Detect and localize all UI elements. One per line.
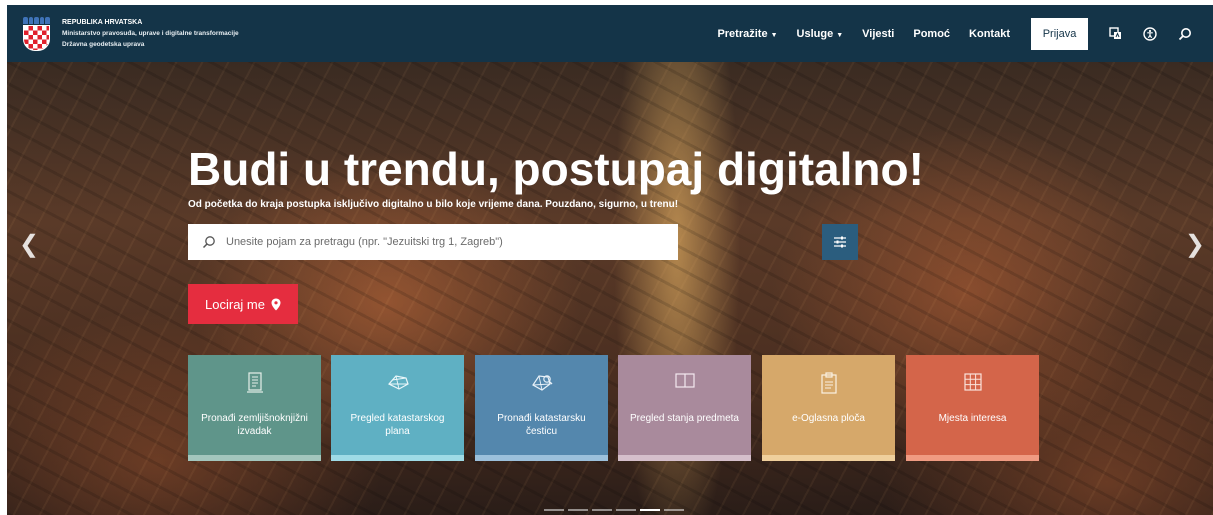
card-accent-bar <box>762 455 895 461</box>
card-label: Pregled katastarskog plana <box>350 413 445 437</box>
nav-label: Pretražite <box>717 27 768 40</box>
card-stanje-predmeta[interactable]: Pregled stanja predmeta <box>618 355 751 461</box>
card-label: Mjesta interesa <box>938 413 1007 424</box>
hero-carousel: ❮ ❯ Budi u trendu, postupaj digitalno! O… <box>7 62 1213 515</box>
org-name: REPUBLIKA HRVATSKA Ministarstvo pravosuđ… <box>62 17 239 50</box>
org-line-1: REPUBLIKA HRVATSKA <box>62 19 143 26</box>
locate-me-button[interactable]: Lociraj me <box>188 284 298 324</box>
carousel-prev-icon[interactable]: ❮ <box>19 230 39 259</box>
card-accent-bar <box>331 455 464 461</box>
accessibility-icon[interactable] <box>1143 26 1157 41</box>
translate-icon[interactable] <box>1109 27 1122 40</box>
parcel-search-icon <box>475 372 608 394</box>
carousel-dot[interactable] <box>568 509 588 511</box>
page: REPUBLIKA HRVATSKA Ministarstvo pravosuđ… <box>0 0 1213 515</box>
card-accent-bar <box>618 455 751 461</box>
carousel-dot[interactable] <box>544 509 564 511</box>
nav-label: Pomoć <box>913 27 951 40</box>
filter-sliders-icon <box>834 236 846 248</box>
site-header: REPUBLIKA HRVATSKA Ministarstvo pravosuđ… <box>7 5 1213 62</box>
carousel-dot-active[interactable] <box>640 509 660 511</box>
nav-label: Usluge <box>796 27 834 40</box>
card-accent-bar <box>906 455 1039 461</box>
search-bar: Unesite pojam za pretragu (npr. "Jezuits… <box>188 224 858 260</box>
search-filter-button[interactable] <box>822 224 858 260</box>
chevron-down-icon: ▼ <box>770 31 778 39</box>
nav-pomoc[interactable]: Pomoć <box>913 28 950 40</box>
nav-label: Vijesti <box>862 27 895 40</box>
nav-vijesti[interactable]: Vijesti <box>862 28 894 40</box>
card-label: Pronađi katastarsku česticu <box>497 413 586 437</box>
document-icon <box>188 372 321 394</box>
nav-label: Kontakt <box>969 27 1010 40</box>
search-icon[interactable] <box>1178 27 1192 41</box>
map-pin-icon <box>271 298 281 310</box>
hero-subtitle: Od početka do kraja postupka isključivo … <box>188 199 679 210</box>
carousel-next-icon[interactable]: ❯ <box>1185 230 1205 259</box>
card-label: e-Oglasna ploča <box>792 413 865 424</box>
search-input[interactable]: Unesite pojam za pretragu (npr. "Jezuits… <box>226 236 503 248</box>
map-parcels-icon <box>331 372 464 392</box>
org-line-2: Ministarstvo pravosuđa, uprave i digital… <box>62 30 239 37</box>
login-button[interactable]: Prijava <box>1031 17 1088 50</box>
search-icon <box>202 235 216 249</box>
locate-me-label: Lociraj me <box>205 296 265 312</box>
carousel-dot[interactable] <box>592 509 612 511</box>
card-e-oglasna-ploca[interactable]: e-Oglasna ploča <box>762 355 895 461</box>
card-zemljisnoknjizni-izvadak[interactable]: Pronađi zemljišnoknjižni izvadak <box>188 355 321 461</box>
card-label: Pregled stanja predmeta <box>630 413 739 424</box>
org-line-3: Državna geodetska uprava <box>62 41 145 48</box>
grid-icon <box>906 372 1039 392</box>
card-katastarska-cestica[interactable]: Pronađi katastarsku česticu <box>475 355 608 461</box>
clipboard-icon <box>762 372 895 394</box>
card-katastarski-plan[interactable]: Pregled katastarskog plana <box>331 355 464 461</box>
carousel-indicators <box>544 509 684 511</box>
card-accent-bar <box>475 455 608 461</box>
croatian-coat-of-arms-icon <box>23 16 50 51</box>
nav-pretrazite[interactable]: Pretražite ▼ <box>717 28 777 40</box>
card-label: Pronađi zemljišnoknjižni izvadak <box>201 413 308 437</box>
carousel-dot[interactable] <box>616 509 636 511</box>
main-nav: Pretražite ▼ Usluge ▼ Vijesti Pomoć Kontak… <box>717 5 1213 62</box>
hero-headline: Budi u trendu, postupaj digitalno! <box>188 143 924 195</box>
chevron-down-icon: ▼ <box>836 31 844 39</box>
home-logo[interactable]: REPUBLIKA HRVATSKA Ministarstvo pravosuđ… <box>23 16 239 51</box>
carousel-dot[interactable] <box>664 509 684 511</box>
book-icon <box>618 372 751 390</box>
card-accent-bar <box>188 455 321 461</box>
nav-usluge[interactable]: Usluge ▼ <box>797 28 844 40</box>
card-mjesta-interesa[interactable]: Mjesta interesa <box>906 355 1039 461</box>
nav-kontakt[interactable]: Kontakt <box>969 28 1010 40</box>
